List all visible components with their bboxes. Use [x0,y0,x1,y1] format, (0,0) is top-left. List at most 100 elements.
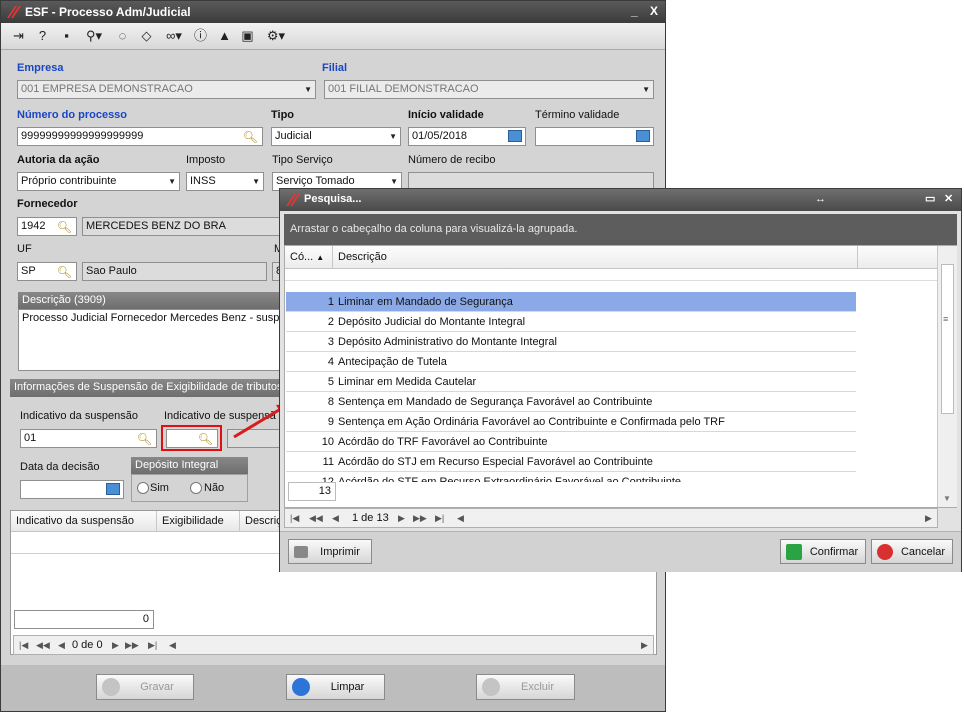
imposto-label: Imposto [186,154,226,166]
list-item[interactable]: 5 Liminar em Medida Cautelar [286,372,856,392]
list-item[interactable]: 11 Acórdão do STJ em Recurso Especial Fav… [286,452,856,472]
indicativo-suspensao2-field[interactable]: 🔍︎ [166,429,218,448]
list-item[interactable]: 12 Acórdão do STF em Recurso Extraordinár… [286,472,856,482]
gravar-button[interactable]: Gravar [96,674,194,700]
column-header-descricao[interactable]: Descrição [333,246,858,268]
comment-icon[interactable]: ▪ [58,27,75,44]
help-icon[interactable]: ? [34,27,51,44]
numero-recibo-label: Número de recibo [408,154,496,166]
chevron-down-icon: ▼ [252,177,260,186]
chevron-down-icon: ▼ [168,177,176,186]
maximize-icon[interactable]: ▭ [925,192,935,205]
tipo-select[interactable]: Judicial ▼ [271,127,401,146]
search-icon[interactable]: 🔍︎ [137,431,152,447]
fornecedor-code-field[interactable]: 1942 🔍︎ [17,217,77,236]
first-page-icon[interactable]: |◀ [290,509,299,527]
radio-sim-label[interactable]: Sim [150,482,169,494]
close-icon[interactable]: ✕ [944,192,953,205]
list-item[interactable]: 1 Liminar em Mandado de Segurança [286,292,856,312]
close-button[interactable]: X [650,4,658,18]
radio-sim[interactable] [137,482,149,494]
empresa-label: Empresa [17,62,64,74]
limpar-button[interactable]: Limpar [286,674,385,700]
radio-nao-label[interactable]: Não [204,482,224,494]
data-decisao-field[interactable] [20,480,124,499]
imprimir-button[interactable]: Imprimir [288,539,372,564]
next-page-icon[interactable]: ▶ [398,509,405,527]
tools-dropdown-icon[interactable]: ⚙▾ [264,27,288,44]
search-icon[interactable]: 🔍︎ [57,219,72,235]
row-description: Depósito Administrativo do Montante Inte… [338,336,557,348]
next-page-fast-icon[interactable]: ▶▶ [125,636,139,654]
row-description: Sentença em Mandado de Segurança Favoráv… [338,396,653,408]
list-item[interactable]: 3 Depósito Administrativo do Montante Int… [286,332,856,352]
list-item[interactable]: 10 Acórdão do TRF Favorável ao Contribuin… [286,432,856,452]
search-icon[interactable]: 🔍︎ [57,264,72,280]
radio-nao[interactable] [190,482,202,494]
list-item[interactable]: 8 Sentença em Mandado de Segurança Favorá… [286,392,856,412]
scroll-left-icon[interactable]: ◀ [457,509,464,527]
next-page-icon[interactable]: ▶ [112,636,119,654]
link-dropdown-icon[interactable]: ∞▾ [162,27,186,44]
filial-select[interactable]: 001 FILIAL DEMONSTRACAO ▼ [324,80,654,99]
app-logo-icon [286,194,300,206]
confirmar-button[interactable]: Confirmar [780,539,866,564]
first-page-icon[interactable]: |◀ [19,636,28,654]
calendar-icon[interactable] [508,130,522,142]
column-header-codigo[interactable]: Có... ▲ [285,246,333,268]
list-item[interactable]: 4 Antecipação de Tutela [286,352,856,372]
excluir-button[interactable]: Excluir [476,674,575,700]
scroll-right-icon[interactable]: ▶ [925,509,932,527]
prev-page-fast-icon[interactable]: ◀◀ [36,636,50,654]
uf-code-field[interactable]: SP 🔍︎ [17,262,77,281]
inicio-validade-field[interactable]: 01/05/2018 [408,127,526,146]
exit-icon[interactable]: ⇥ [10,27,27,44]
list-item[interactable]: 2 Depósito Judicial do Montante Integral [286,312,856,332]
prev-page-icon[interactable]: ◀ [58,636,65,654]
scrollbar-thumb[interactable] [941,264,954,414]
row-description: Antecipação de Tutela [338,356,447,368]
info-icon[interactable]: ⓘ [192,27,209,44]
search-dropdown-icon[interactable]: ⚲▾ [82,27,106,44]
pesquisa-footer-count: 13 [288,482,336,501]
fornecedor-label: Fornecedor [17,198,78,210]
calendar-icon[interactable] [106,483,120,495]
vertical-scrollbar[interactable]: ≡ ▼ [937,246,957,507]
lightbulb-icon[interactable]: ◌ [114,27,131,44]
search-icon[interactable]: 🔍︎ [198,431,213,447]
list-item[interactable]: 9 Sentença em Ação Ordinária Favorável ao… [286,412,856,432]
minimize-button[interactable]: _ [631,4,638,18]
column-header[interactable]: Exigibilidade [157,511,240,531]
prev-page-icon[interactable]: ◀ [332,509,339,527]
scroll-down-icon[interactable]: ▼ [943,494,951,503]
settings-doc-icon[interactable]: ▣ [239,27,256,44]
group-by-hint[interactable]: Arrastar o cabeçalho da coluna para visu… [284,214,957,245]
autoria-select[interactable]: Próprio contribuinte ▼ [17,172,180,191]
cancelar-button[interactable]: Cancelar [871,539,953,564]
next-page-fast-icon[interactable]: ▶▶ [413,509,427,527]
deposito-integral-header: Depósito Integral [131,457,248,474]
last-page-icon[interactable]: ▶| [148,636,157,654]
calendar-icon[interactable] [636,130,650,142]
main-title-bar[interactable]: ESF - Processo Adm/Judicial _ X [1,1,665,23]
descricao-textarea[interactable]: Processo Judicial Fornecedor Mercedes Be… [18,309,303,371]
scroll-right-icon[interactable]: ▶ [641,636,648,654]
pesquisa-title-bar[interactable]: Pesquisa... ↔ ▭ ✕ [280,189,961,211]
row-description: Sentença em Ação Ordinária Favorável ao … [338,416,725,428]
resize-icon[interactable]: ↔ [815,193,826,205]
last-page-icon[interactable]: ▶| [435,509,444,527]
eraser-icon[interactable]: ◇ [138,27,155,44]
sort-asc-icon: ▲ [316,253,325,262]
user-icon[interactable]: ▲ [216,27,233,44]
search-icon[interactable]: 🔍︎ [243,129,258,145]
scroll-left-icon[interactable]: ◀ [169,636,176,654]
app-logo-icon [7,6,21,18]
grid-footer-count: 0 [14,610,154,629]
indicativo-suspensao-field[interactable]: 01 🔍︎ [20,429,157,448]
imposto-select[interactable]: INSS ▼ [186,172,264,191]
numero-processo-field[interactable]: 99999999999999999999 🔍︎ [17,127,263,146]
empresa-select[interactable]: 001 EMPRESA DEMONSTRACAO ▼ [17,80,316,99]
prev-page-fast-icon[interactable]: ◀◀ [309,509,323,527]
column-header[interactable]: Indicativo da suspensão [11,511,157,531]
termino-validade-field[interactable] [535,127,654,146]
